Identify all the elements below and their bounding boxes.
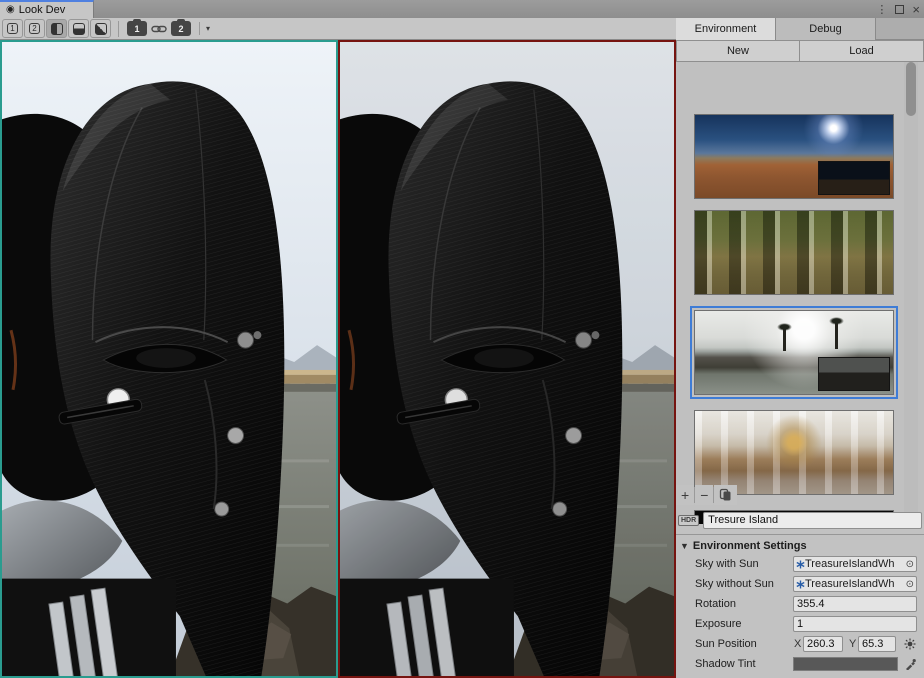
environment-name-input[interactable] <box>703 512 922 529</box>
palm-tree <box>783 329 786 351</box>
hdri-thumbnail-church[interactable] <box>694 410 894 495</box>
hdri-thumbnail-forest[interactable] <box>694 210 894 295</box>
remove-environment-button[interactable]: − <box>695 485 713 505</box>
sky-with-sun-object-field[interactable]: TreasureIslandWh ⊙ <box>793 556 917 572</box>
cubemap-icon <box>796 560 805 569</box>
diagonal-split-icon <box>95 23 107 35</box>
title-bar: ◉ Look Dev ⋮ × <box>0 0 924 18</box>
single-view-2-label: 2 <box>29 23 40 34</box>
toolbar-separator <box>118 21 119 37</box>
side-by-side-view-button[interactable] <box>46 19 67 38</box>
camera-2-button[interactable]: 2 <box>171 21 191 36</box>
sky-with-sun-row: Sky with Sun TreasureIslandWh ⊙ <box>676 555 924 573</box>
sky-without-sun-label: Sky without Sun <box>695 578 774 590</box>
sun-y-input[interactable] <box>858 636 896 652</box>
thumbnail-scrollbar[interactable] <box>904 62 918 524</box>
top-bottom-icon <box>73 23 85 35</box>
exposure-row: Exposure <box>676 615 924 633</box>
sky-with-sun-label: Sky with Sun <box>695 558 759 570</box>
rotation-row: Rotation <box>676 595 924 613</box>
single-view-1-button[interactable]: 1 <box>2 19 23 38</box>
look-dev-eye-icon: ◉ <box>6 5 15 15</box>
exposure-input[interactable] <box>793 616 917 632</box>
shadow-tint-color-swatch[interactable] <box>793 657 898 671</box>
foldout-arrow-icon[interactable]: ▼ <box>680 541 689 551</box>
tab-environment[interactable]: Environment <box>676 18 776 40</box>
exposure-label: Exposure <box>695 618 741 630</box>
palm-tree <box>835 323 838 349</box>
camera-2-label: 2 <box>178 24 183 34</box>
look-dev-tab-label: Look Dev <box>19 4 65 16</box>
shadow-tint-label: Shadow Tint <box>695 658 756 670</box>
lookdev-toolbar: 1 2 1 2 ▾ <box>0 18 676 40</box>
new-button[interactable]: New <box>676 40 800 62</box>
settings-separator <box>676 534 924 535</box>
sky-without-sun-value: TreasureIslandWh <box>805 578 905 590</box>
window-close-icon[interactable]: × <box>912 2 920 17</box>
render-view-1[interactable] <box>0 40 338 678</box>
look-dev-window: ◉ Look Dev ⋮ × 1 2 1 <box>0 0 924 678</box>
link-cameras-icon[interactable] <box>151 24 167 34</box>
sun-x-input[interactable] <box>803 636 843 652</box>
sun-y-label: Y <box>849 638 856 650</box>
render-view-2[interactable] <box>338 40 676 678</box>
duplicate-environment-button[interactable] <box>714 485 737 505</box>
single-view-2-button[interactable]: 2 <box>24 19 45 38</box>
environment-panel: Environment Debug New Load + <box>676 18 924 678</box>
diagonal-split-view-button[interactable] <box>90 19 111 38</box>
scrollbar-thumb[interactable] <box>906 62 916 116</box>
pick-sun-button[interactable] <box>902 636 918 652</box>
hdri-thumbnail-list <box>676 62 924 524</box>
hdr-badge: HDR <box>678 515 699 526</box>
hdri-thumbnail-desert[interactable] <box>694 114 894 199</box>
object-picker-icon[interactable]: ⊙ <box>906 559 914 570</box>
top-bottom-view-button[interactable] <box>68 19 89 38</box>
rotation-label: Rotation <box>695 598 736 610</box>
load-button[interactable]: Load <box>800 40 924 62</box>
sun-position-label: Sun Position <box>695 638 757 650</box>
shadow-tint-row: Shadow Tint <box>676 655 924 673</box>
environment-settings-header[interactable]: ▼ Environment Settings <box>680 538 920 554</box>
object-picker-icon[interactable]: ⊙ <box>906 579 914 590</box>
sky-with-sun-value: TreasureIslandWh <box>805 558 905 570</box>
tab-look-dev[interactable]: ◉ Look Dev <box>0 0 94 18</box>
window-maximize-icon[interactable] <box>895 5 904 14</box>
tab-debug[interactable]: Debug <box>776 18 876 40</box>
camera-1-label: 1 <box>134 24 139 34</box>
hdri-thumbnail-treasure-island[interactable] <box>694 310 894 395</box>
sun-x-label: X <box>794 638 801 650</box>
cubemap-icon <box>796 580 805 589</box>
rotation-input[interactable] <box>793 596 917 612</box>
single-view-1-label: 1 <box>7 23 18 34</box>
environment-settings-title: Environment Settings <box>693 540 807 552</box>
camera-1-button[interactable]: 1 <box>127 21 147 36</box>
island-inset-preview <box>818 357 890 391</box>
environment-actions: New Load <box>676 40 924 62</box>
hdri-list-toolbar: + − <box>676 484 924 506</box>
camera-options-dropdown[interactable]: ▾ <box>199 22 216 35</box>
desert-inset-preview <box>818 161 890 195</box>
hdr-name-row: HDR <box>678 510 922 530</box>
sky-without-sun-object-field[interactable]: TreasureIslandWh ⊙ <box>793 576 917 592</box>
side-by-side-icon <box>51 23 63 35</box>
duplicate-icon <box>719 488 732 502</box>
eyedropper-icon <box>904 658 916 670</box>
add-environment-button[interactable]: + <box>676 485 694 505</box>
panel-tabs: Environment Debug <box>676 18 924 40</box>
sun-icon <box>904 638 916 650</box>
sky-without-sun-row: Sky without Sun TreasureIslandWh ⊙ <box>676 575 924 593</box>
window-menu-icon[interactable]: ⋮ <box>876 3 887 16</box>
lookdev-viewport <box>0 40 676 678</box>
eyedropper-button[interactable] <box>902 656 918 672</box>
sun-position-row: Sun Position X Y <box>676 635 924 653</box>
